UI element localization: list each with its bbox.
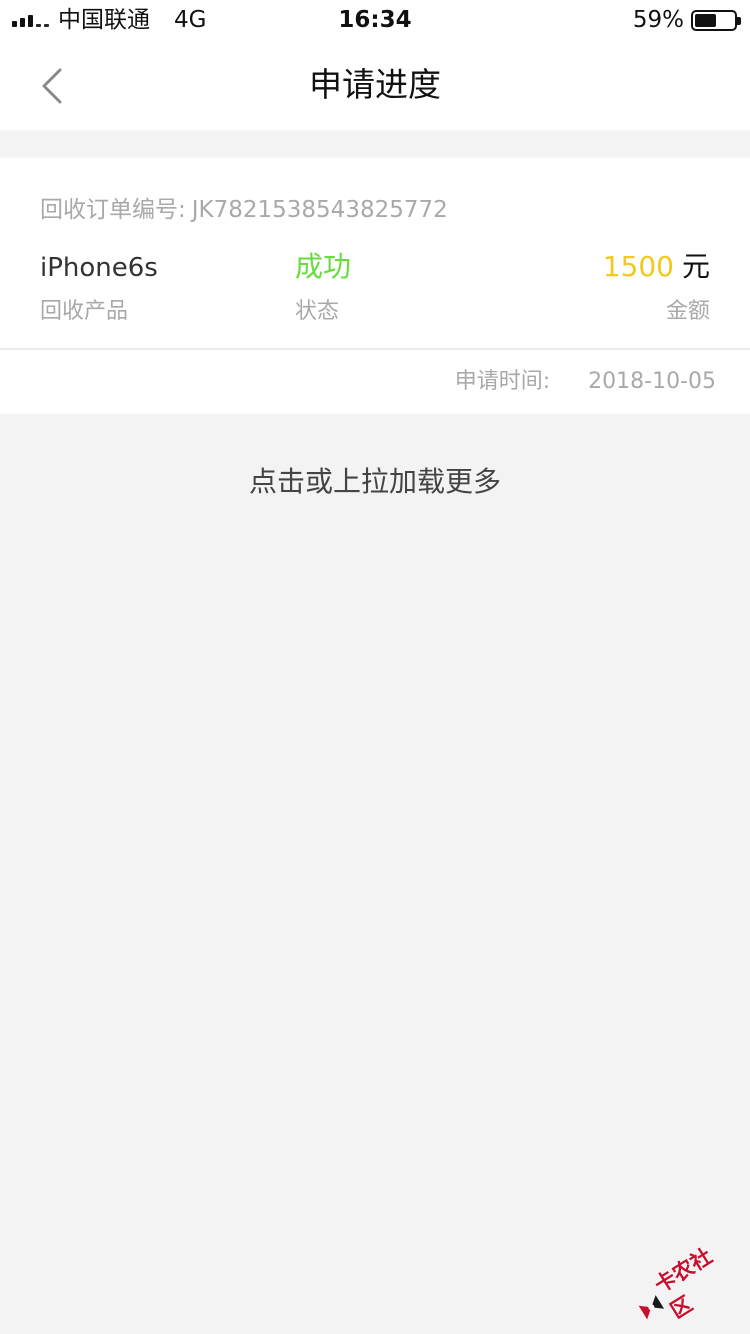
amount-unit: 元 [681, 250, 710, 283]
apply-time-label: 申请时间: [454, 369, 551, 394]
page-title: 申请进度 [309, 65, 441, 104]
battery-percent: 59% [632, 7, 684, 33]
status-value: 成功 [295, 250, 352, 283]
apply-time-value: 2018-10-05 [588, 369, 716, 394]
load-more-button[interactable]: 点击或上拉加载更多 [0, 462, 750, 502]
watermark: 卡农社区 [624, 1230, 750, 1334]
card-divider [0, 348, 750, 350]
order-number-label: 回收订单编号: [40, 197, 186, 223]
amount-value: 1500 [602, 250, 674, 283]
application-progress-page: 中国联通 4G 16:34 59% 申请进度 回收订单编号: JK78215385… [0, 0, 750, 1334]
order-number-row: 回收订单编号: JK7821538543825772 [40, 194, 448, 226]
order-card[interactable]: 回收订单编号: JK7821538543825772 iPhone6s 成功 15… [0, 158, 750, 414]
product-label: 回收产品 [40, 299, 129, 324]
navigation-bar: 申请进度 [0, 40, 750, 130]
battery-nub [737, 17, 741, 25]
status-bar: 中国联通 4G 16:34 59% [0, 0, 750, 40]
amount-value-group: 1500 元 [603, 249, 710, 285]
order-number-value: JK7821538543825772 [191, 197, 448, 223]
status-label: 状态 [295, 299, 340, 324]
amount-label: 金额 [665, 299, 710, 324]
battery-fill [695, 14, 716, 27]
apply-time-row: 申请时间: 2018-10-05 [455, 364, 716, 400]
battery-icon [691, 10, 741, 31]
product-value: iPhone6s [40, 253, 158, 283]
